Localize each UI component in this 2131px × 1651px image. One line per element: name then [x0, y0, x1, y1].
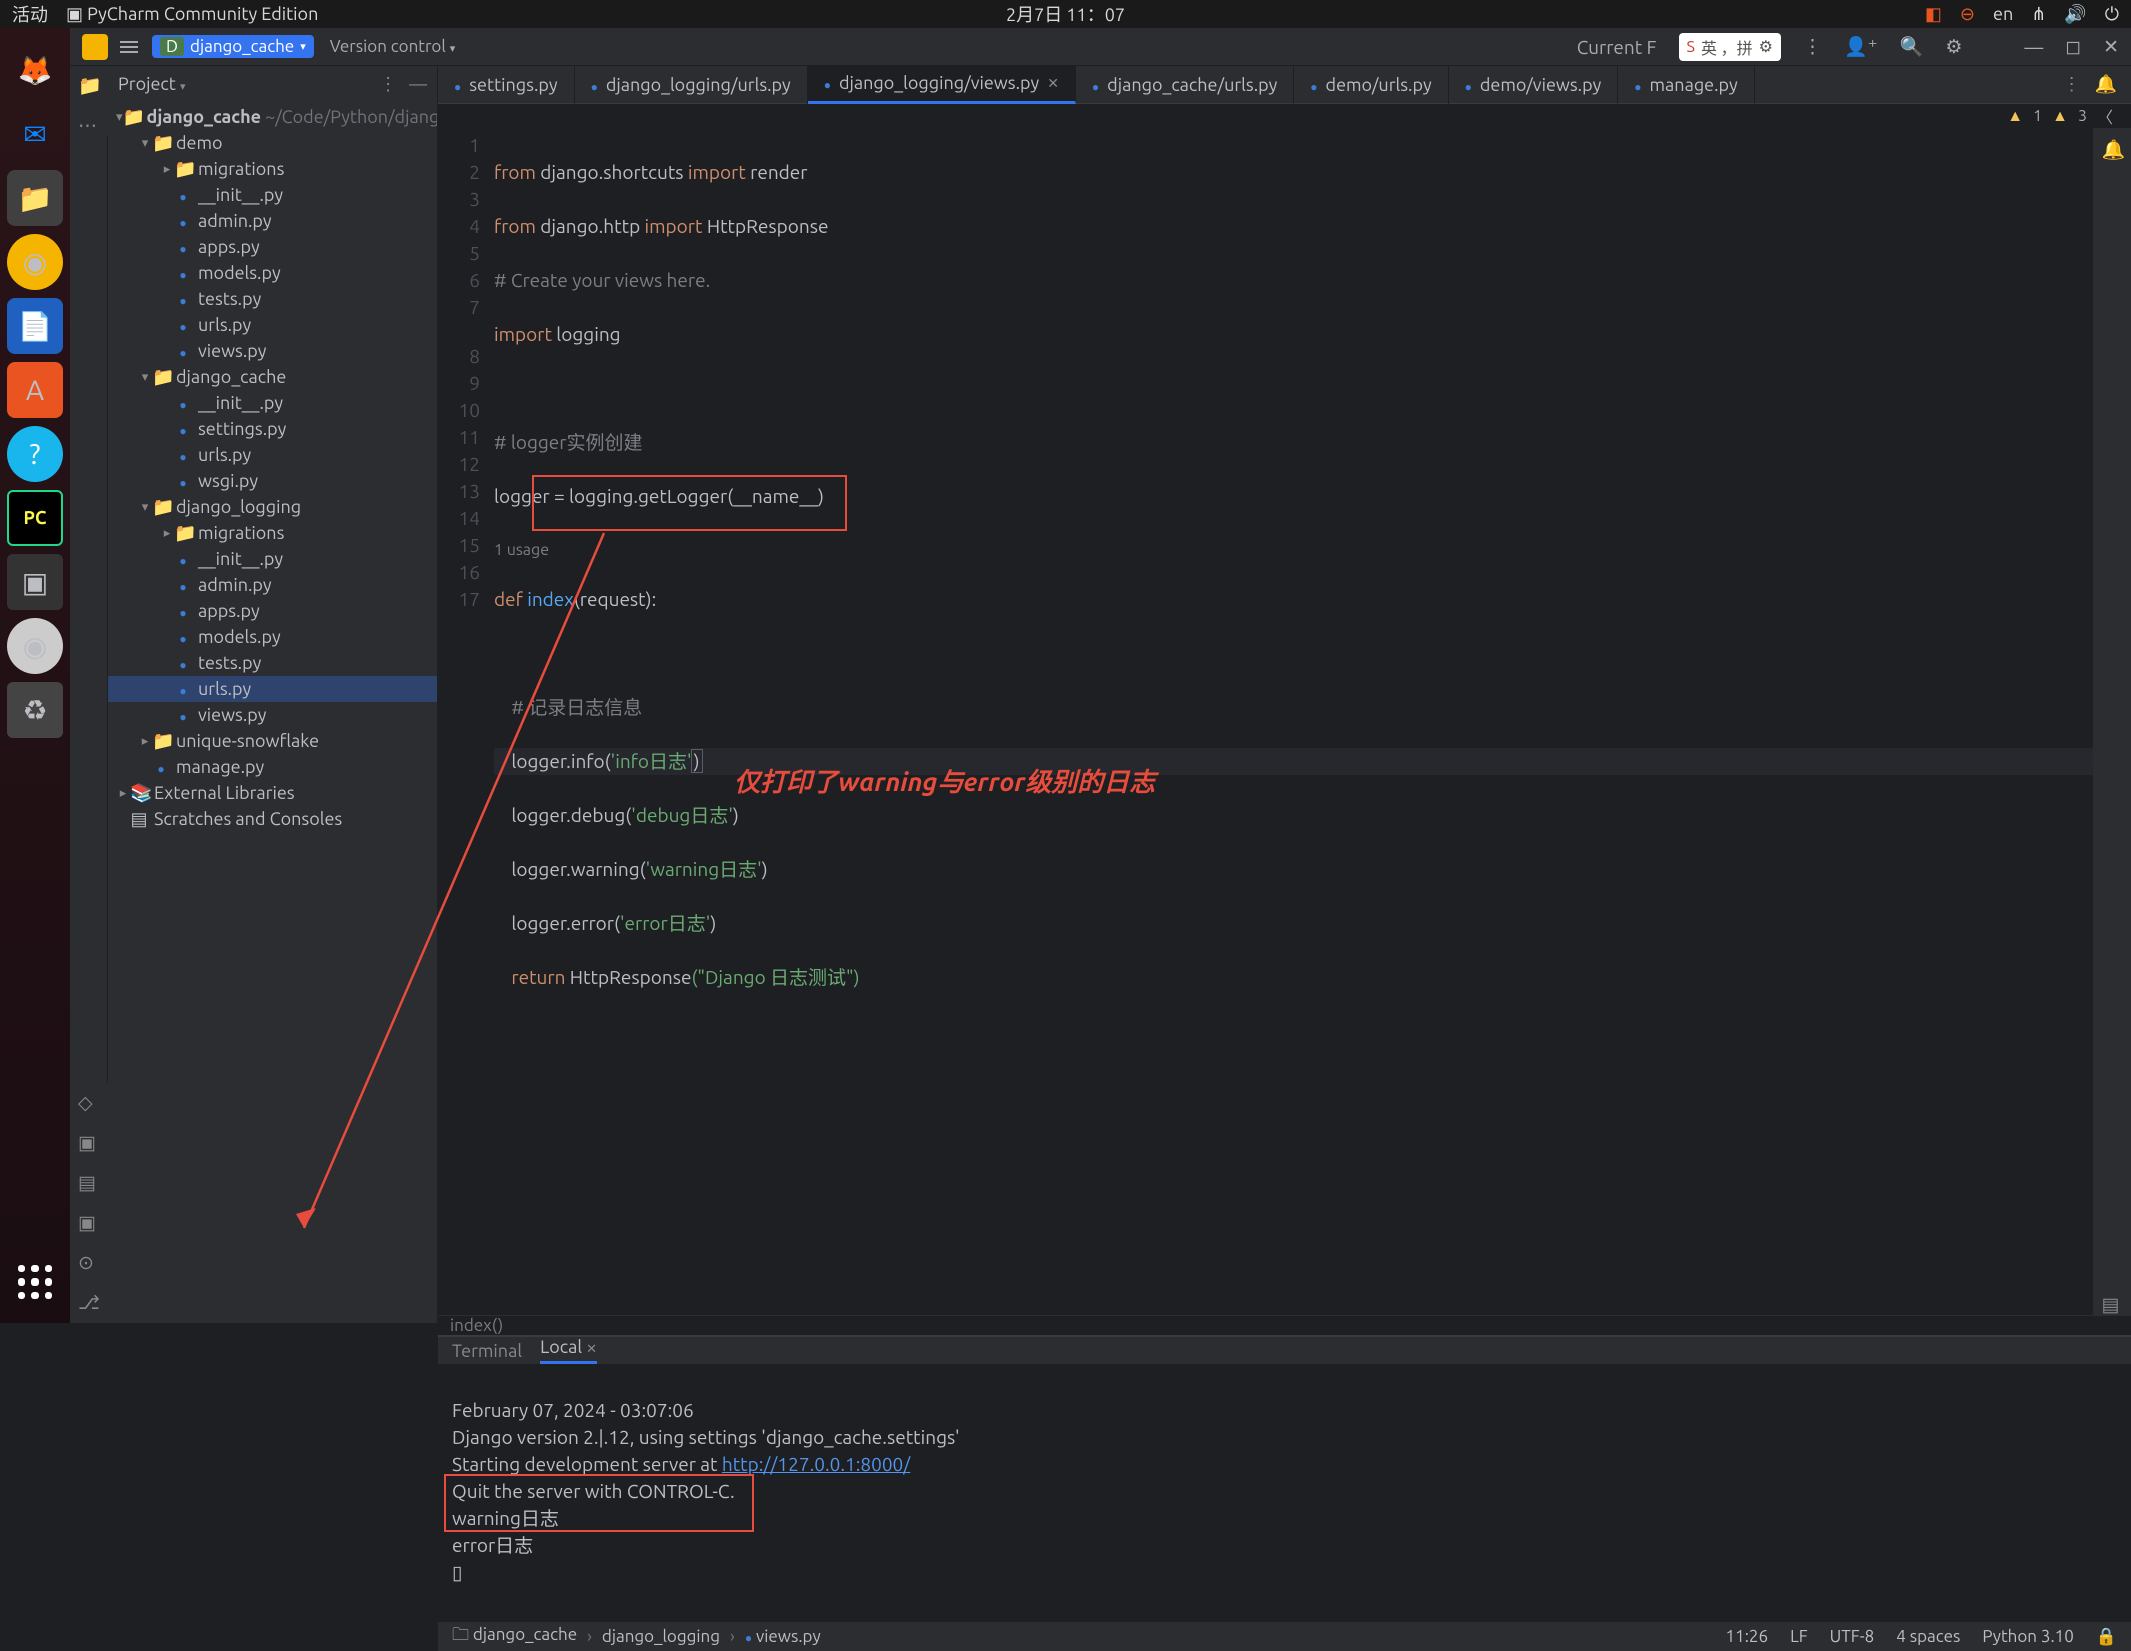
project-panel-title: Project ▾ [118, 74, 186, 94]
dock-firefox-icon[interactable]: 🦊 [7, 42, 63, 98]
current-app-label: ▣ PyCharm Community Edition [66, 4, 318, 25]
problems-tool-icon[interactable]: ⊙ [78, 1251, 100, 1273]
code-editor[interactable]: 1234567891011121314151617 from django.sh… [438, 128, 2131, 1315]
editor-area: settings.py django_logging/urls.py djang… [438, 66, 2131, 1323]
project-tree[interactable]: ▾📁django_cache ~/Code/Python/django_cach… [108, 102, 437, 1323]
typo-icon: ▲ [2052, 107, 2068, 126]
dock-thunderbird-icon[interactable]: ✉ [7, 106, 63, 162]
main-menu-button[interactable] [120, 41, 138, 53]
close-tab-icon[interactable]: ✕ [1047, 75, 1059, 92]
search-everywhere-icon[interactable]: 🔍 [1900, 35, 1924, 58]
close-button[interactable]: ✕ [2103, 35, 2119, 58]
input-method-icon[interactable]: ◧ [1925, 4, 1942, 25]
settings-icon[interactable]: ⚙ [1945, 35, 1962, 58]
code-with-me-icon[interactable]: 👤⁺ [1844, 35, 1878, 58]
inspection-widget[interactable]: ▲1 ▲3 〈 [438, 104, 2131, 128]
dock-trash-icon[interactable]: ♻ [7, 682, 63, 738]
dock-help-icon[interactable]: ? [7, 426, 63, 482]
terminal-panel: Terminal Local ✕ February 07, 2024 - 03:… [438, 1335, 2131, 1621]
tab-cache-urls[interactable]: django_cache/urls.py [1076, 66, 1294, 104]
git-tool-icon[interactable]: ⎇ [78, 1291, 100, 1313]
notifications-strip-icon[interactable]: 🔔 [2102, 138, 2124, 160]
gutter: 1234567891011121314151617 [438, 128, 494, 1315]
pycharm-logo-icon[interactable] [82, 34, 108, 60]
structure-tool-icon[interactable]: ⋯ [78, 114, 100, 136]
activities-label[interactable]: 活动 [12, 1, 48, 27]
dock-disk-icon[interactable]: ◉ [7, 618, 63, 674]
tab-settings[interactable]: settings.py [438, 66, 575, 104]
dock-apps-grid-icon[interactable] [12, 1259, 58, 1305]
dock-files-icon[interactable]: 📁 [7, 170, 63, 226]
terminal-output[interactable]: February 07, 2024 - 03:07:06 Django vers… [438, 1364, 2131, 1646]
terminal-tab-local[interactable]: Local ✕ [540, 1337, 597, 1364]
network-icon[interactable]: ⋔ [2031, 4, 2046, 25]
bell-icon[interactable]: 🔔 [2095, 74, 2117, 95]
tab-logging-urls[interactable]: django_logging/urls.py [575, 66, 808, 104]
power-icon[interactable]: ⏻ [2105, 4, 2119, 25]
version-control-menu[interactable]: Version control ▾ [330, 37, 456, 56]
ubuntu-dock: 🦊 ✉ 📁 ◉ 📄 A ? PC ▣ ◉ ♻ [0, 28, 70, 1323]
project-tree-panel: Project ▾ ⋮ — ▾📁django_cache ~/Code/Pyth… [108, 66, 438, 1323]
terminal-title: Terminal [452, 1341, 522, 1361]
editor-tabs: settings.py django_logging/urls.py djang… [438, 66, 2131, 104]
system-clock[interactable]: 2月7日 11：07 [1006, 1, 1125, 27]
ide-window: django_cache ▾ Version control ▾ Current… [70, 28, 2131, 1323]
terminal-tool-icon[interactable]: ▣ [78, 1211, 100, 1233]
lang-indicator[interactable]: en [1993, 4, 2013, 24]
volume-icon[interactable]: 🔊 [2064, 4, 2086, 25]
python-console-icon[interactable]: ▣ [78, 1131, 100, 1153]
annotation-text: 仅打印了warning与error级别的日志 [734, 768, 1155, 795]
warning-icon: ▲ [2007, 107, 2023, 126]
editor-breadcrumb[interactable]: index() [438, 1315, 2131, 1335]
services-tool-icon[interactable]: ▤ [78, 1171, 100, 1193]
tab-demo-views[interactable]: demo/views.py [1449, 66, 1619, 104]
project-tool-icon[interactable]: 📁 [78, 74, 100, 96]
more-actions-icon[interactable]: ⋮ [1803, 35, 1822, 58]
tabs-more-icon[interactable]: ⋮ [2063, 74, 2081, 95]
ide-main-toolbar: django_cache ▾ Version control ▾ Current… [70, 28, 2131, 66]
dock-writer-icon[interactable]: 📄 [7, 298, 63, 354]
minimize-button[interactable]: — [2024, 36, 2043, 58]
project-selector[interactable]: django_cache ▾ [152, 35, 314, 58]
dock-terminal-icon[interactable]: ▣ [7, 554, 63, 610]
python-packages-icon[interactable]: ◇ [78, 1091, 100, 1113]
system-top-bar: 活动 ▣ PyCharm Community Edition 2月7日 11：0… [0, 0, 2131, 28]
server-url-link[interactable]: http://127.0.0.1:8000/ [722, 1453, 910, 1475]
tree-more-icon[interactable]: ⋮ [379, 74, 397, 95]
dnd-icon[interactable]: ⊖ [1960, 4, 1975, 25]
run-config-label[interactable]: Current F [1577, 36, 1657, 58]
dock-software-icon[interactable]: A [7, 362, 63, 418]
tree-hide-icon[interactable]: — [409, 74, 427, 95]
maximize-button[interactable]: ◻ [2065, 35, 2081, 58]
dock-rhythmbox-icon[interactable]: ◉ [7, 234, 63, 290]
tab-logging-views[interactable]: django_logging/views.py✕ [808, 66, 1076, 104]
tab-manage[interactable]: manage.py [1618, 66, 1754, 104]
database-strip-icon[interactable]: ▤ [2102, 1293, 2124, 1315]
dock-pycharm-icon[interactable]: PC [7, 490, 63, 546]
inspection-chevron-icon[interactable]: 〈 [2097, 104, 2113, 128]
tab-demo-urls[interactable]: demo/urls.py [1294, 66, 1448, 104]
ime-panel[interactable]: S 英 ，拼 ⚙ [1679, 33, 1781, 61]
